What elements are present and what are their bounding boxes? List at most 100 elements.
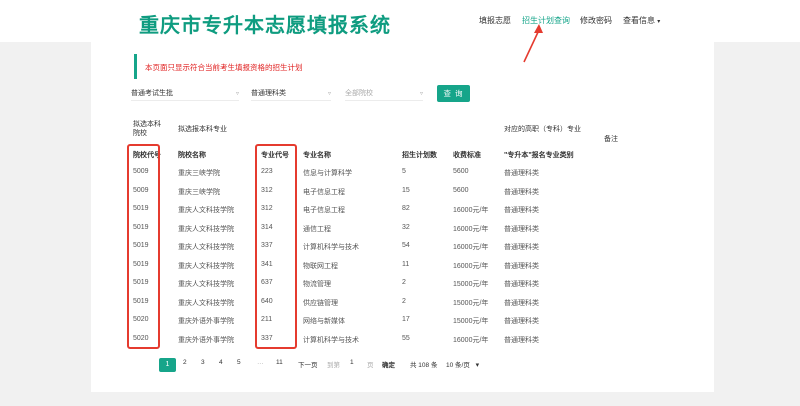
notice-text: 本页面只显示符合当前考生填报资格的招生计划 bbox=[145, 63, 303, 72]
cell-fee: 15000元/年 bbox=[453, 318, 489, 325]
cell-college-name: 重庆人文科技学院 bbox=[178, 225, 234, 233]
cell-plan-count: 2 bbox=[402, 279, 406, 286]
table-row: 5009 重庆三峡学院 312 电子信息工程 15 5600 普通理科类 bbox=[131, 184, 691, 202]
col-header-plan-count: 招生计划数 bbox=[402, 152, 437, 159]
cell-category: 普通理科类 bbox=[504, 170, 539, 177]
col-header-fee: 收费标准 bbox=[453, 152, 481, 159]
table-row: 5020 重庆外语外事学院 211 网络与新媒体 17 15000元/年 普通理… bbox=[131, 313, 691, 331]
group-header-vocational-major: 对应的高职（专科）专业 bbox=[504, 126, 581, 133]
goto-page-label: 到第 bbox=[327, 362, 340, 369]
college-select-placeholder: 全部院校 bbox=[345, 90, 373, 97]
cell-college-name: 重庆外语外事学院 bbox=[178, 336, 234, 344]
page-size-select[interactable]: 10 条/页 ▾ bbox=[446, 359, 479, 369]
cell-major-name: 物流管理 bbox=[303, 281, 331, 288]
cell-fee: 16000元/年 bbox=[453, 336, 489, 344]
query-button[interactable]: 查 询 bbox=[437, 85, 470, 102]
cell-fee: 15000元/年 bbox=[453, 299, 489, 307]
nav-view-info[interactable]: 查看信息 ▾ bbox=[623, 15, 660, 26]
chevron-down-icon: ▿ bbox=[419, 91, 423, 97]
chevron-down-icon: ▾ bbox=[657, 19, 661, 25]
page-button-4[interactable]: 4 bbox=[219, 359, 223, 366]
cell-plan-count: 11 bbox=[402, 260, 410, 268]
eligibility-notice: 本页面只显示符合当前考生填报资格的招生计划 bbox=[134, 54, 334, 79]
cell-major-name: 电子信息工程 bbox=[303, 207, 345, 214]
nav-view-info-label: 查看信息 bbox=[623, 16, 655, 25]
cell-major-name: 物联网工程 bbox=[303, 262, 338, 270]
cell-fee: 15000元/年 bbox=[453, 281, 489, 288]
cell-fee: 5600 bbox=[453, 186, 469, 194]
top-header: 重庆市专升本志愿填报系统 填报志愿 招生计划查询 修改密码 查看信息 ▾ bbox=[0, 0, 800, 42]
cell-plan-count: 82 bbox=[402, 205, 410, 212]
table-row: 5019 重庆人文科技学院 341 物联网工程 11 16000元/年 普通理科… bbox=[131, 258, 691, 276]
cell-college-name: 重庆人文科技学院 bbox=[178, 299, 234, 307]
cell-category: 普通理科类 bbox=[504, 318, 539, 325]
cell-major-name: 计算机科学与技术 bbox=[303, 244, 359, 251]
group-header-target-college: 拟选本科 院校 bbox=[133, 121, 161, 137]
batch-select[interactable]: 普通考试生批 ▿ bbox=[131, 89, 239, 101]
cell-category: 普通理科类 bbox=[504, 188, 539, 196]
group-header-remarks: 备注 bbox=[604, 136, 618, 143]
system-logo-title: 重庆市专升本志愿填报系统 bbox=[139, 13, 391, 37]
page-unit-label: 页 bbox=[367, 362, 374, 369]
cell-fee: 5600 bbox=[453, 168, 469, 175]
cell-plan-count: 15 bbox=[402, 186, 410, 194]
table-row: 5019 重庆人文科技学院 637 物流管理 2 15000元/年 普通理科类 bbox=[131, 276, 691, 294]
page-ellipsis: … bbox=[257, 359, 264, 366]
cell-category: 普通理科类 bbox=[504, 207, 539, 214]
cell-college-name: 重庆三峡学院 bbox=[178, 188, 220, 196]
table-row: 5020 重庆外语外事学院 337 计算机科学与技术 55 16000元/年 普… bbox=[131, 332, 691, 350]
major-code-highlight-box bbox=[255, 144, 297, 349]
table-row: 5009 重庆三峡学院 223 信息与计算科学 5 5600 普通理科类 bbox=[131, 165, 691, 183]
batch-select-value: 普通考试生批 bbox=[131, 90, 173, 97]
goto-page-input[interactable]: 1 bbox=[350, 359, 354, 366]
table-row: 5019 重庆人文科技学院 314 通信工程 32 16000元/年 普通理科类 bbox=[131, 221, 691, 239]
right-margin bbox=[714, 42, 800, 392]
cell-category: 普通理科类 bbox=[504, 299, 539, 307]
cell-major-name: 供应链管理 bbox=[303, 299, 338, 307]
table-row: 5019 重庆人文科技学院 312 电子信息工程 82 16000元/年 普通理… bbox=[131, 202, 691, 220]
page-button-2[interactable]: 2 bbox=[183, 359, 187, 366]
nav-fill-application[interactable]: 填报志愿 bbox=[479, 15, 511, 26]
table-row: 5019 重庆人文科技学院 337 计算机科学与技术 54 16000元/年 普… bbox=[131, 239, 691, 257]
cell-college-name: 重庆人文科技学院 bbox=[178, 244, 234, 251]
cell-category: 普通理科类 bbox=[504, 225, 539, 233]
cell-plan-count: 2 bbox=[402, 297, 406, 305]
category-select-value: 普通理科类 bbox=[251, 90, 286, 97]
group-header-target-major: 拟选报本科专业 bbox=[178, 126, 227, 133]
chevron-down-icon: ▿ bbox=[235, 91, 239, 97]
col-header-major-name: 专业名称 bbox=[303, 152, 331, 159]
page-button-1[interactable]: 1 bbox=[159, 358, 176, 372]
page-button-5[interactable]: 5 bbox=[237, 359, 241, 366]
cell-college-name: 重庆人文科技学院 bbox=[178, 281, 234, 288]
cell-category: 普通理科类 bbox=[504, 336, 539, 344]
page-button-3[interactable]: 3 bbox=[201, 359, 205, 366]
cell-major-name: 计算机科学与技术 bbox=[303, 336, 359, 344]
col-header-college-name: 院校名称 bbox=[178, 152, 206, 159]
goto-confirm-button[interactable]: 确定 bbox=[382, 359, 395, 369]
cell-college-name: 重庆外语外事学院 bbox=[178, 318, 234, 325]
cell-major-name: 信息与计算科学 bbox=[303, 170, 352, 177]
cell-category: 普通理科类 bbox=[504, 281, 539, 288]
cell-major-name: 通信工程 bbox=[303, 225, 331, 233]
cell-category: 普通理科类 bbox=[504, 244, 539, 251]
next-page-button[interactable]: 下一页 bbox=[298, 359, 318, 369]
college-code-highlight-box bbox=[127, 144, 160, 349]
cell-plan-count: 5 bbox=[402, 168, 406, 175]
cell-fee: 16000元/年 bbox=[453, 225, 489, 233]
category-select[interactable]: 普通理科类 ▿ bbox=[251, 89, 331, 101]
cell-plan-count: 17 bbox=[402, 316, 410, 323]
cell-plan-count: 55 bbox=[402, 334, 410, 342]
nav-change-password[interactable]: 修改密码 bbox=[580, 15, 612, 26]
cell-college-name: 重庆三峡学院 bbox=[178, 170, 220, 177]
cell-major-name: 网络与新媒体 bbox=[303, 318, 345, 325]
chevron-down-icon: ▿ bbox=[327, 91, 331, 97]
college-select[interactable]: 全部院校 ▿ bbox=[345, 89, 423, 101]
page-size-value: 10 条/页 bbox=[446, 362, 470, 369]
nav-enrollment-plan-query[interactable]: 招生计划查询 bbox=[522, 15, 570, 26]
chevron-down-icon: ▾ bbox=[475, 362, 480, 369]
table-row: 5019 重庆人文科技学院 640 供应链管理 2 15000元/年 普通理科类 bbox=[131, 295, 691, 313]
cell-college-name: 重庆人文科技学院 bbox=[178, 207, 234, 214]
cell-major-name: 电子信息工程 bbox=[303, 188, 345, 196]
page-button-11[interactable]: 11 bbox=[276, 359, 283, 366]
cell-fee: 16000元/年 bbox=[453, 244, 489, 251]
